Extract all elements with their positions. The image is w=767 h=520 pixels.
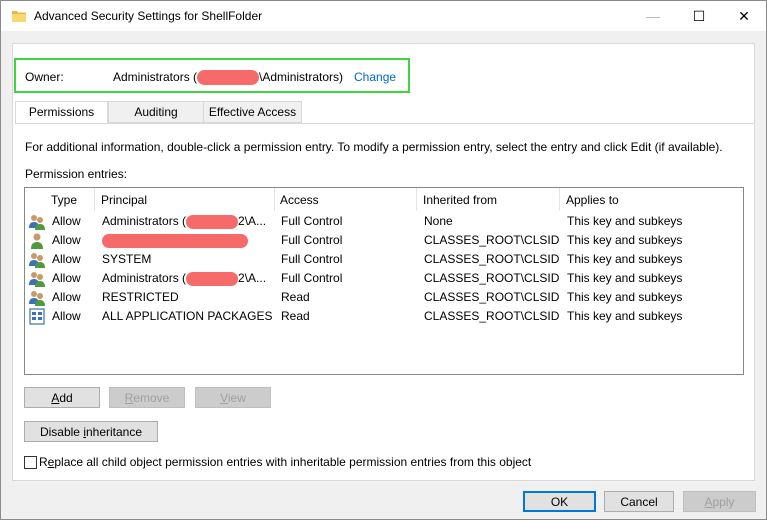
- apply-button[interactable]: Apply: [683, 491, 756, 512]
- cell-principal: SYSTEM: [102, 252, 152, 266]
- redaction-mark: [186, 214, 239, 229]
- add-label: dd: [59, 391, 73, 405]
- replace-label-rest: place all child object permission entrie…: [54, 455, 532, 469]
- view-accel: V: [220, 391, 228, 405]
- redaction-mark: [186, 271, 239, 286]
- cell-type: Allow: [52, 271, 81, 285]
- cell-access: Read: [281, 309, 310, 323]
- minimize-button[interactable]: —: [630, 1, 676, 31]
- cell-access: Full Control: [281, 271, 343, 285]
- disable-label-pre: Disable: [39, 425, 84, 439]
- view-button[interactable]: View: [195, 387, 271, 408]
- cell-access: Read: [281, 290, 310, 304]
- info-text: For additional information, double-click…: [25, 140, 723, 154]
- cell-access: Full Control: [281, 233, 343, 247]
- list-header: Type Principal Access Inherited from App…: [25, 188, 743, 211]
- tab-effective-access[interactable]: Effective Access: [203, 101, 302, 123]
- cell-type: Allow: [52, 290, 81, 304]
- table-row[interactable]: Allow ALL APPLICATION PACKAGES Read CLAS…: [25, 307, 743, 326]
- cell-inherited-from: CLASSES_ROOT\CLSID: [424, 309, 560, 323]
- owner-value: Administrators ( \Administrators): [113, 70, 344, 86]
- cell-principal: Administrators ( 2\A...: [102, 271, 272, 286]
- replace-label-pre: R: [39, 455, 48, 469]
- cell-access: Full Control: [281, 252, 343, 266]
- cell-inherited-from: CLASSES_ROOT\CLSID: [424, 233, 560, 247]
- dialog-window: Advanced Security Settings for ShellFold…: [0, 0, 767, 520]
- redaction-mark: [197, 70, 260, 86]
- owner-value-prefix: Administrators (: [113, 70, 198, 84]
- cell-inherited-from: CLASSES_ROOT\CLSID: [424, 271, 560, 285]
- cell-applies-to: This key and subkeys: [567, 271, 683, 285]
- owner-value-suffix: \Administrators): [259, 70, 344, 84]
- table-row[interactable]: Allow Full Control CLASSES_ROOT\CLSID Th…: [25, 231, 743, 250]
- group-icon: [29, 253, 45, 268]
- table-row[interactable]: Allow SYSTEM Full Control CLASSES_ROOT\C…: [25, 250, 743, 269]
- cell-access: Full Control: [281, 214, 343, 228]
- cell-applies-to: This key and subkeys: [567, 214, 683, 228]
- apply-accel: A: [704, 495, 713, 509]
- apply-label: pply: [712, 495, 735, 509]
- close-button[interactable]: ✕: [721, 1, 767, 31]
- column-access[interactable]: Access: [274, 188, 417, 211]
- cell-applies-to: This key and subkeys: [567, 309, 683, 323]
- replace-child-permissions-checkbox[interactable]: [24, 456, 37, 469]
- remove-button[interactable]: Remove: [109, 387, 185, 408]
- window-title: Advanced Security Settings for ShellFold…: [34, 9, 263, 23]
- table-row[interactable]: Allow Administrators ( 2\A... Full Contro…: [25, 212, 743, 231]
- cell-type: Allow: [52, 214, 81, 228]
- maximize-button[interactable]: ☐: [676, 1, 722, 31]
- cell-principal: Administrators ( 2\A...: [102, 214, 272, 229]
- permission-entries-list[interactable]: Type Principal Access Inherited from App…: [24, 187, 744, 375]
- column-inherited-from[interactable]: Inherited from: [417, 188, 560, 211]
- tab-permissions[interactable]: Permissions: [15, 101, 108, 124]
- cell-type: Allow: [52, 309, 81, 323]
- principal-prefix: Administrators (: [102, 271, 187, 285]
- cell-applies-to: This key and subkeys: [567, 252, 683, 266]
- cell-principal: RESTRICTED: [102, 290, 179, 304]
- remove-accel: R: [124, 391, 134, 405]
- column-principal[interactable]: Principal: [95, 188, 275, 211]
- redaction-mark: [102, 233, 248, 248]
- cell-principal: [102, 233, 272, 248]
- remove-label: emove: [133, 391, 170, 405]
- disable-inheritance-button[interactable]: Disable inheritance: [24, 421, 158, 442]
- ok-button[interactable]: OK: [523, 491, 596, 512]
- app-packages-icon: [29, 308, 45, 325]
- table-row[interactable]: Allow Administrators ( 2\A... Full Contro…: [25, 269, 743, 288]
- cell-type: Allow: [52, 233, 81, 247]
- group-icon: [29, 272, 45, 287]
- principal-prefix: Administrators (: [102, 214, 187, 228]
- table-row[interactable]: Allow RESTRICTED Read CLASSES_ROOT\CLSID…: [25, 288, 743, 307]
- cell-applies-to: This key and subkeys: [567, 233, 683, 247]
- cell-principal: ALL APPLICATION PACKAGES: [102, 309, 272, 323]
- cell-applies-to: This key and subkeys: [567, 290, 683, 304]
- cell-inherited-from: CLASSES_ROOT\CLSID: [424, 252, 560, 266]
- group-icon: [29, 215, 45, 230]
- principal-suffix: 2\A...: [238, 214, 267, 228]
- folder-icon: [12, 11, 26, 22]
- replace-child-permissions-label[interactable]: Replace all child object permission entr…: [39, 455, 531, 469]
- add-button[interactable]: Add: [24, 387, 100, 408]
- disable-label-rest: nheritance: [85, 425, 143, 439]
- permission-entries-label: Permission entries:: [25, 167, 128, 181]
- user-icon: [31, 233, 43, 249]
- change-owner-link[interactable]: Change: [354, 70, 396, 84]
- view-label: iew: [227, 391, 246, 405]
- tab-auditing[interactable]: Auditing: [108, 101, 204, 123]
- cancel-button[interactable]: Cancel: [604, 491, 674, 512]
- cell-type: Allow: [52, 252, 81, 266]
- cell-inherited-from: None: [424, 214, 453, 228]
- column-applies-to[interactable]: Applies to: [560, 188, 743, 211]
- column-type[interactable]: Type: [45, 188, 95, 211]
- group-icon: [29, 291, 45, 306]
- owner-label: Owner:: [25, 70, 64, 84]
- cell-inherited-from: CLASSES_ROOT\CLSID: [424, 290, 560, 304]
- title-bar[interactable]: Advanced Security Settings for ShellFold…: [1, 1, 766, 31]
- principal-suffix: 2\A...: [238, 271, 267, 285]
